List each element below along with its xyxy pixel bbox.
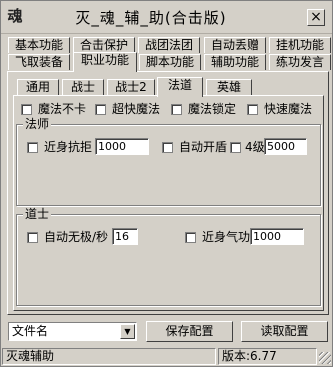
close-button[interactable]: ×: [307, 9, 325, 26]
close-icon: ×: [310, 9, 322, 25]
chevron-down-icon[interactable]: ▼: [120, 324, 135, 339]
auto-invis-checkbox[interactable]: [27, 232, 38, 243]
auto-shield-label: 自动开盾: [179, 140, 228, 154]
save-config-button[interactable]: 保存配置: [146, 321, 233, 342]
subtab-general[interactable]: 通用: [17, 79, 59, 95]
status-bar: 灭魂辅助 版本:6.77: [1, 347, 332, 366]
tab-profession[interactable]: 职业功能: [73, 52, 137, 72]
title-bar[interactable]: 魂 灭_魂_辅_助(合击版) ×: [1, 1, 332, 34]
mage-group-title: 法师: [23, 117, 52, 131]
super-fast-magic-checkbox[interactable]: [95, 104, 106, 115]
melee-qigong-label: 近身气功: [202, 230, 251, 244]
no-lag-magic-checkbox[interactable]: [21, 104, 32, 115]
auto-shield-checkbox[interactable]: [162, 142, 173, 153]
fast-magic-checkbox[interactable]: [247, 104, 258, 115]
melee-qigong-input[interactable]: [250, 228, 304, 245]
tab-assist[interactable]: 辅助功能: [204, 54, 266, 70]
level4-input[interactable]: [264, 138, 307, 155]
status-version: 版本:6.77: [218, 348, 317, 365]
melee-repel-label: 近身抗拒: [44, 140, 93, 154]
taoist-group: 道士 自动无极/秒 近身气功: [16, 207, 321, 306]
config-file-select-value: 文件名: [12, 324, 49, 338]
subtab-warrior[interactable]: 战士: [62, 79, 104, 95]
melee-repel-checkbox[interactable]: [27, 142, 38, 153]
config-file-select[interactable]: 文件名 ▼: [8, 322, 137, 341]
fast-magic-label: 快速魔法: [264, 102, 313, 116]
melee-qigong-checkbox[interactable]: [185, 232, 196, 243]
tab-training-chat[interactable]: 练功发言: [269, 54, 331, 70]
melee-repel-input[interactable]: [95, 138, 149, 155]
tab-basic[interactable]: 基本功能: [8, 37, 70, 53]
mage-group: 法师 近身抗拒 自动开盾 4级: [16, 117, 321, 206]
super-fast-magic-label: 超快魔法: [112, 102, 161, 116]
no-lag-magic-label: 魔法不卡: [38, 102, 87, 116]
load-config-button[interactable]: 读取配置: [241, 321, 328, 342]
resize-grip-icon[interactable]: [319, 352, 331, 364]
taoist-group-title: 道士: [23, 207, 52, 221]
auto-invis-seconds-input[interactable]: [112, 228, 138, 245]
tab-pickup[interactable]: 飞取装备: [8, 54, 70, 70]
subtab-mage-taoist[interactable]: 法道: [157, 77, 203, 97]
subtab-warrior-2[interactable]: 战士2: [107, 79, 155, 95]
tab-auto-drop[interactable]: 自动丢赠: [204, 37, 266, 53]
status-app-name: 灭魂辅助: [2, 348, 216, 365]
tab-script[interactable]: 脚本功能: [139, 54, 201, 70]
tab-guild[interactable]: 战团法团: [138, 37, 200, 53]
level4-label: 4级: [245, 140, 265, 154]
tab-afk[interactable]: 挂机功能: [269, 37, 331, 53]
main-window: 魂 灭_魂_辅_助(合击版) × 基本功能 合击保护 战团法团 自动丢赠 挂机功…: [0, 0, 333, 367]
tab-combo-protect[interactable]: 合击保护: [73, 37, 135, 53]
magic-lock-checkbox[interactable]: [171, 104, 182, 115]
magic-lock-label: 魔法锁定: [188, 102, 237, 116]
mage-taoist-panel: 魔法不卡 超快魔法 魔法锁定 快速魔法 法师 近身抗拒 自动开盾 4级: [13, 95, 324, 311]
profession-panel: 通用 战士 战士2 法道 英雄 魔法不卡 超快魔法 魔法锁定 快速魔法 法师 近…: [7, 71, 329, 315]
window-title: 灭_魂_辅_助(合击版): [75, 9, 227, 27]
subtab-hero[interactable]: 英雄: [206, 79, 252, 95]
auto-invis-label: 自动无极/秒: [44, 230, 109, 244]
level4-checkbox[interactable]: [230, 142, 241, 153]
